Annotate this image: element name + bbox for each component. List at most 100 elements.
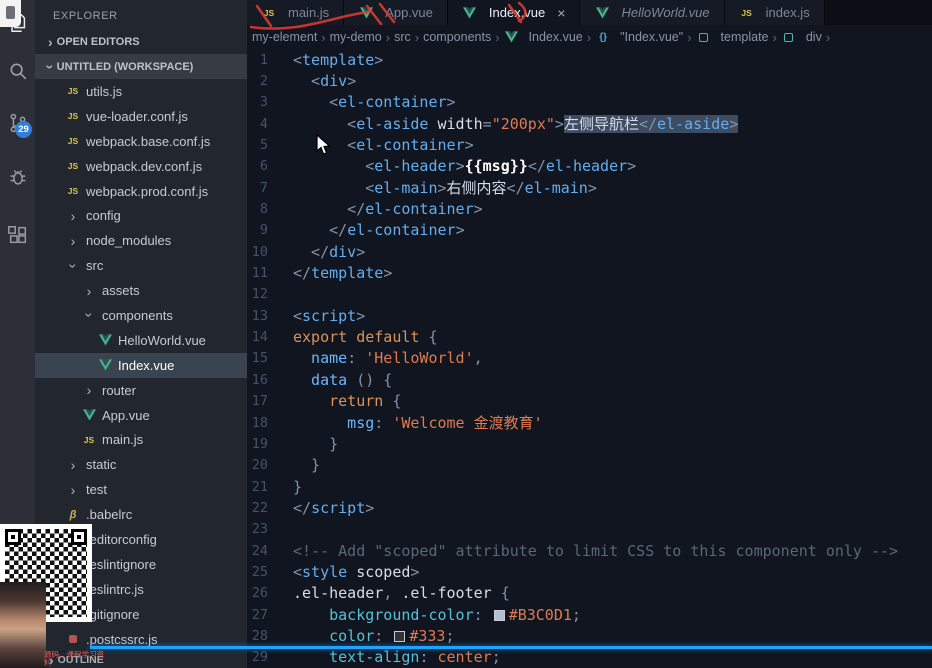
line-number: 26 [251, 585, 268, 602]
chevron-separator-icon: › [385, 29, 391, 45]
breadcrumb-item[interactable]: template [696, 30, 769, 44]
tree-item-webpack.base.conf.js[interactable]: JS webpack.base.conf.js [35, 129, 247, 154]
watermark-caption: 源码、课程学习资料 [44, 650, 104, 667]
tree-item-components[interactable]: › components [35, 303, 247, 328]
line-number: 8 [259, 201, 268, 218]
tree-item-webpack.dev.conf.js[interactable]: JS webpack.dev.conf.js [35, 154, 247, 179]
token: > [347, 72, 357, 91]
tree-item-webpack.prod.conf.js[interactable]: JS webpack.prod.conf.js [35, 179, 247, 204]
token: > [365, 498, 375, 517]
breadcrumb-item[interactable]: Index.vue [504, 30, 583, 44]
chevron-down-icon: › [64, 263, 81, 269]
token: </ [527, 157, 546, 176]
chevron-separator-icon: › [586, 29, 592, 45]
token: div [329, 242, 357, 261]
tab-App.vue[interactable]: App.vue [344, 0, 448, 25]
breadcrumb-item[interactable]: components [423, 30, 491, 44]
tree-item-Index.vue[interactable]: Index.vue [35, 352, 247, 378]
tree-item-utils.js[interactable]: JS utils.js [35, 79, 247, 104]
chevron-down-icon: › [80, 313, 97, 318]
token: script [311, 498, 366, 517]
token: "200px" [491, 115, 555, 134]
tree-item-router[interactable]: › router [35, 378, 247, 403]
chevron-separator-icon: › [321, 29, 326, 45]
extensions-icon[interactable] [0, 216, 35, 254]
search-icon[interactable] [0, 52, 35, 90]
token: .el-footer [401, 584, 492, 603]
breadcrumb-item[interactable]: my-element [252, 30, 317, 44]
tree-item-static[interactable]: › static [35, 452, 247, 477]
token: 右侧内容 [446, 179, 507, 198]
breadcrumb-item[interactable]: {} "Index.vue" [595, 30, 683, 44]
token: ; [571, 605, 581, 624]
token: msg [293, 414, 375, 433]
tree-item-HelloWorld.vue[interactable]: HelloWorld.vue [35, 328, 247, 353]
breadcrumb-item[interactable]: src [394, 30, 411, 44]
tree-item-test[interactable]: › test [35, 477, 247, 502]
breadcrumb-item[interactable]: my-demo [330, 30, 382, 44]
tree-item-src[interactable]: › src [35, 253, 247, 278]
code-editor[interactable]: 1 <template> 2 <div> 3 <el-container> 4 <el-… [247, 49, 932, 668]
line-number: 21 [251, 478, 268, 495]
tab-Index.vue[interactable]: Index.vue × [447, 0, 581, 25]
token: } [293, 456, 321, 475]
token: > [554, 115, 564, 134]
tree-item-main.js[interactable]: JS main.js [35, 427, 247, 452]
code-line: 9 </el-container> [247, 220, 932, 241]
code-text: <el-header>{{msg}}</el-header> [293, 157, 636, 175]
token: < [293, 562, 303, 581]
symbol-icon [696, 32, 712, 42]
postcss-icon [65, 635, 81, 644]
chevron-separator-icon: › [687, 29, 692, 45]
code-line: 8 </el-container> [247, 198, 932, 219]
code-text: text-align: center; [293, 648, 501, 666]
tree-item-vue-loader.conf.js[interactable]: JS vue-loader.conf.js [35, 104, 247, 129]
token: = [482, 115, 492, 134]
line-number: 20 [251, 457, 268, 474]
token: el-container [338, 93, 447, 112]
token: #B3C0D1 [508, 605, 572, 624]
file-label: vue-loader.conf.js [86, 108, 188, 124]
line-number: 14 [251, 329, 268, 346]
breadcrumb-label: components [423, 30, 492, 44]
tab-HelloWorld.vue[interactable]: HelloWorld.vue [580, 0, 725, 25]
breadcrumb-label: my-demo [329, 30, 382, 44]
token: </ [506, 179, 525, 198]
line-number: 15 [251, 350, 268, 367]
token: width [428, 115, 483, 134]
token: 'HelloWorld' [365, 349, 474, 368]
code-text: } [293, 478, 302, 496]
code-line: 28 color: #333; [247, 625, 932, 646]
tree-item-config[interactable]: › config [35, 203, 247, 228]
scm-badge: 29 [15, 121, 32, 138]
token: < [293, 306, 303, 325]
workspace-header[interactable]: › UNTITLED (WORKSPACE) [35, 54, 247, 79]
color-swatch [394, 630, 406, 642]
vscode-window: 29 EXPLORER › OPEN EDITORS › UNTITLED (W… [0, 0, 932, 668]
tree-item-App.vue[interactable]: App.vue [35, 403, 247, 428]
vue-icon [81, 409, 97, 421]
debug-icon[interactable] [0, 158, 35, 196]
video-progress-line [90, 646, 932, 649]
breadcrumb-label: src [394, 30, 411, 44]
close-icon[interactable]: × [557, 5, 565, 21]
code-line: 1 <template> [247, 49, 932, 70]
token: < [293, 136, 357, 155]
tab-label: Index.vue [488, 5, 546, 20]
token: el-header [545, 157, 628, 176]
token: > [587, 179, 597, 198]
code-text: <el-aside width="200px">左侧导航栏</el-aside> [293, 113, 739, 134]
line-number: 9 [259, 222, 268, 239]
tree-item-assets[interactable]: › assets [35, 278, 247, 303]
token: el-aside [657, 115, 730, 134]
token: > [356, 306, 366, 325]
js-icon: JS [67, 186, 79, 196]
open-editors-header[interactable]: › OPEN EDITORS [35, 29, 247, 54]
tab-index.js[interactable]: JS index.js [724, 0, 825, 25]
code-line: 24 <!-- Add "scoped" attribute to limit C… [247, 540, 932, 561]
token: template [311, 264, 384, 283]
token: { [383, 392, 402, 411]
breadcrumb-item[interactable]: div [781, 30, 822, 44]
tree-item-node_modules[interactable]: › node_modules [35, 228, 247, 253]
tab-main.js[interactable]: JS main.js [247, 0, 345, 25]
